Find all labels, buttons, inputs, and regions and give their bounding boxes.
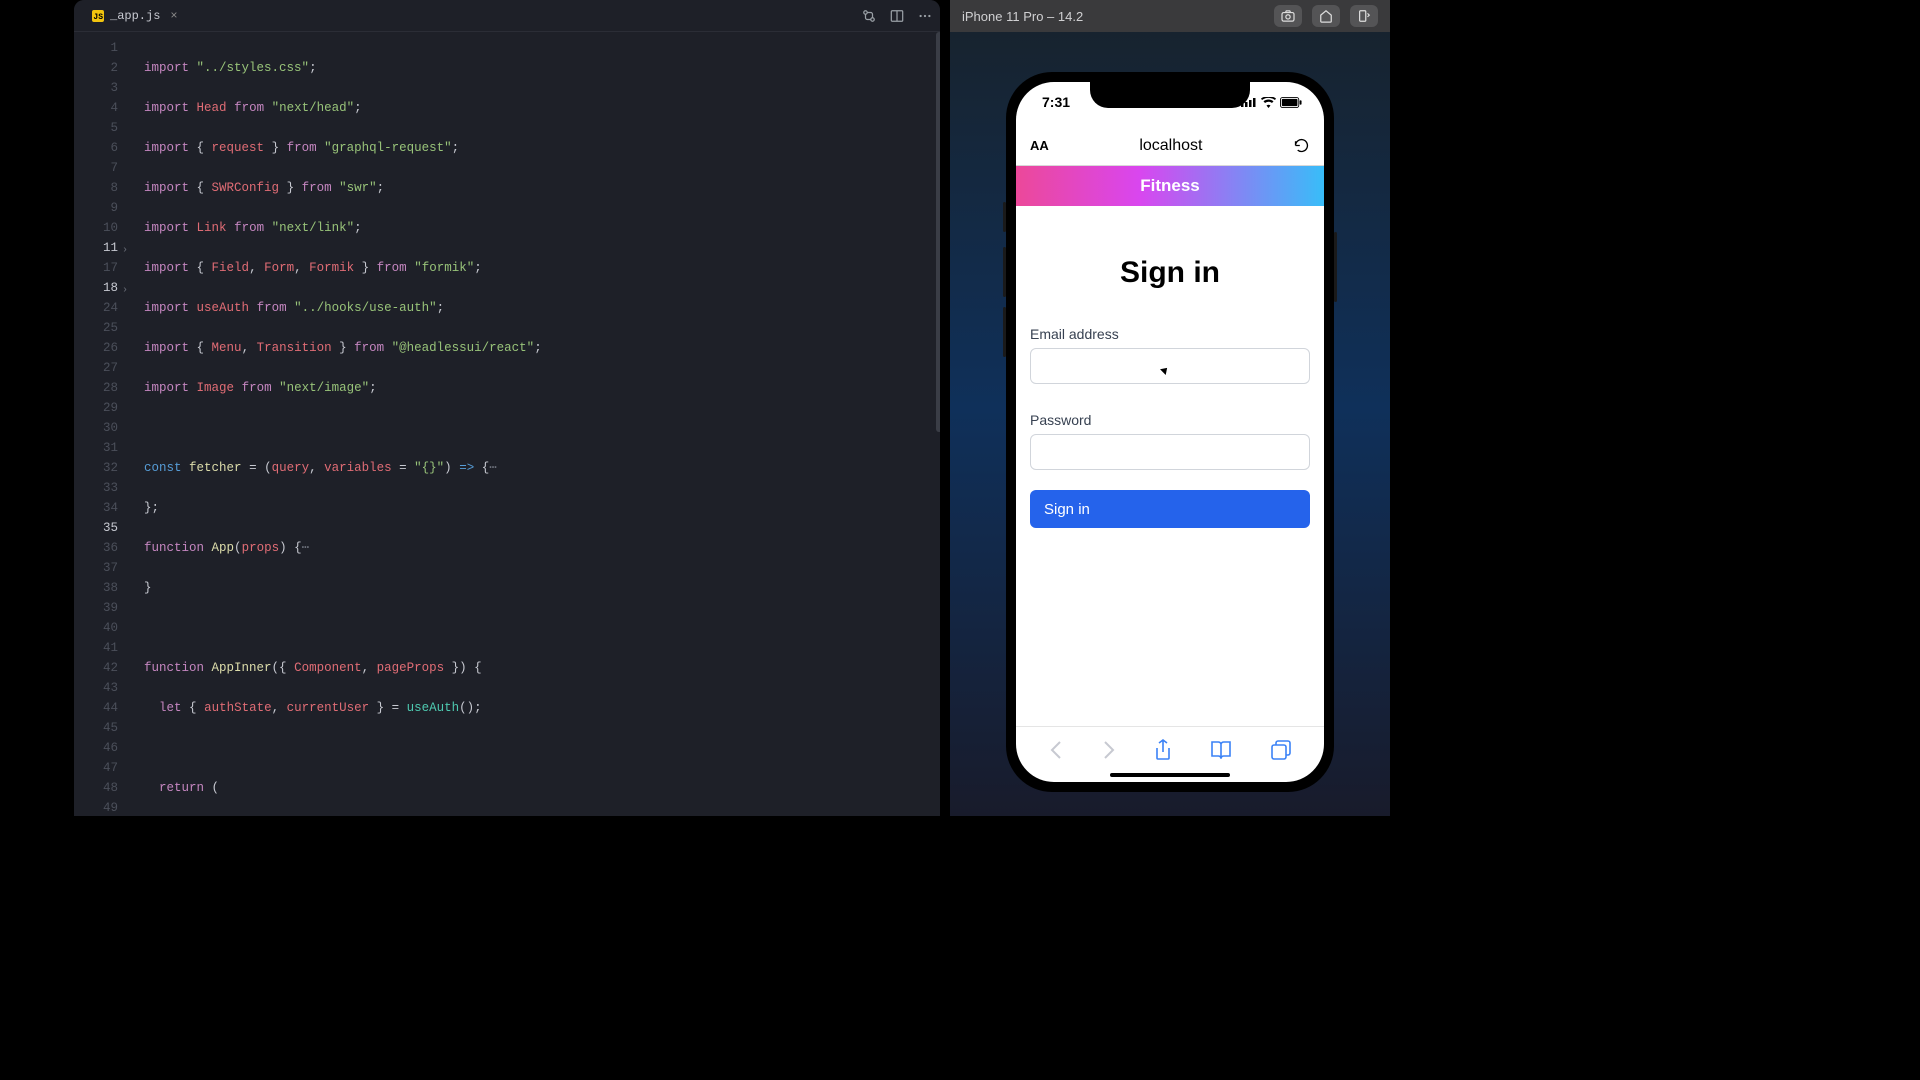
wifi-icon — [1261, 97, 1276, 108]
power-button — [1334, 232, 1337, 302]
email-field[interactable] — [1030, 348, 1310, 384]
reload-icon[interactable] — [1293, 137, 1310, 154]
split-editor-icon[interactable] — [890, 9, 904, 23]
status-time: 7:31 — [1042, 94, 1070, 110]
iphone-screen: 7:31 AA localhost — [1016, 82, 1324, 782]
sign-in-form: Sign in Email address Password Sign in — [1016, 206, 1324, 726]
tab-close-icon[interactable]: × — [170, 9, 177, 23]
simulator-titlebar: iPhone 11 Pro – 14.2 — [950, 0, 1390, 32]
app-header: Fitness — [1016, 166, 1324, 206]
home-indicator[interactable] — [1110, 773, 1230, 777]
more-actions-icon[interactable] — [918, 9, 932, 23]
compare-changes-icon[interactable] — [862, 9, 876, 23]
tabs-icon[interactable] — [1271, 740, 1291, 760]
code-editor-pane: JS _app.js × 12345 678910 11› 17 18› 242… — [74, 0, 940, 816]
home-button[interactable] — [1312, 5, 1340, 27]
simulator-device-title: iPhone 11 Pro – 14.2 — [962, 9, 1083, 24]
editor-tab-bar: JS _app.js × — [74, 0, 940, 32]
share-icon[interactable] — [1154, 739, 1172, 761]
js-file-icon: JS — [92, 10, 104, 22]
password-label: Password — [1030, 412, 1310, 428]
tab-filename: _app.js — [110, 9, 160, 23]
line-number-gutter: 12345 678910 11› 17 18› 2425262728 29303… — [74, 32, 128, 816]
forward-icon[interactable] — [1102, 740, 1116, 760]
back-icon[interactable] — [1049, 740, 1063, 760]
password-field[interactable] — [1030, 434, 1310, 470]
bookmarks-icon[interactable] — [1210, 741, 1232, 759]
editor-tab-active[interactable]: JS _app.js × — [82, 0, 188, 31]
code-area[interactable]: 12345 678910 11› 17 18› 2425262728 29303… — [74, 32, 940, 816]
battery-icon — [1280, 97, 1302, 108]
editor-tab-bar-actions — [862, 9, 932, 23]
screenshot-button[interactable] — [1274, 5, 1302, 27]
rotate-button[interactable] — [1350, 5, 1378, 27]
text-size-button[interactable]: AA — [1030, 138, 1049, 153]
code-content[interactable]: import "../styles.css"; import Head from… — [128, 32, 940, 816]
volume-down-button — [1003, 307, 1006, 357]
safari-address-bar: AA localhost — [1016, 126, 1324, 166]
email-label: Email address — [1030, 326, 1310, 342]
editor-scrollbar[interactable] — [936, 32, 940, 432]
notch — [1090, 82, 1250, 108]
simulator-pane: iPhone 11 Pro – 14.2 7:31 — [950, 0, 1390, 816]
app-title: Fitness — [1140, 176, 1200, 196]
address-host[interactable]: localhost — [1139, 137, 1202, 155]
page-title: Sign in — [1030, 256, 1310, 290]
iphone-device-frame: 7:31 AA localhost — [1006, 72, 1334, 792]
volume-up-button — [1003, 247, 1006, 297]
sign-in-button[interactable]: Sign in — [1030, 490, 1310, 528]
mute-switch — [1003, 202, 1006, 232]
